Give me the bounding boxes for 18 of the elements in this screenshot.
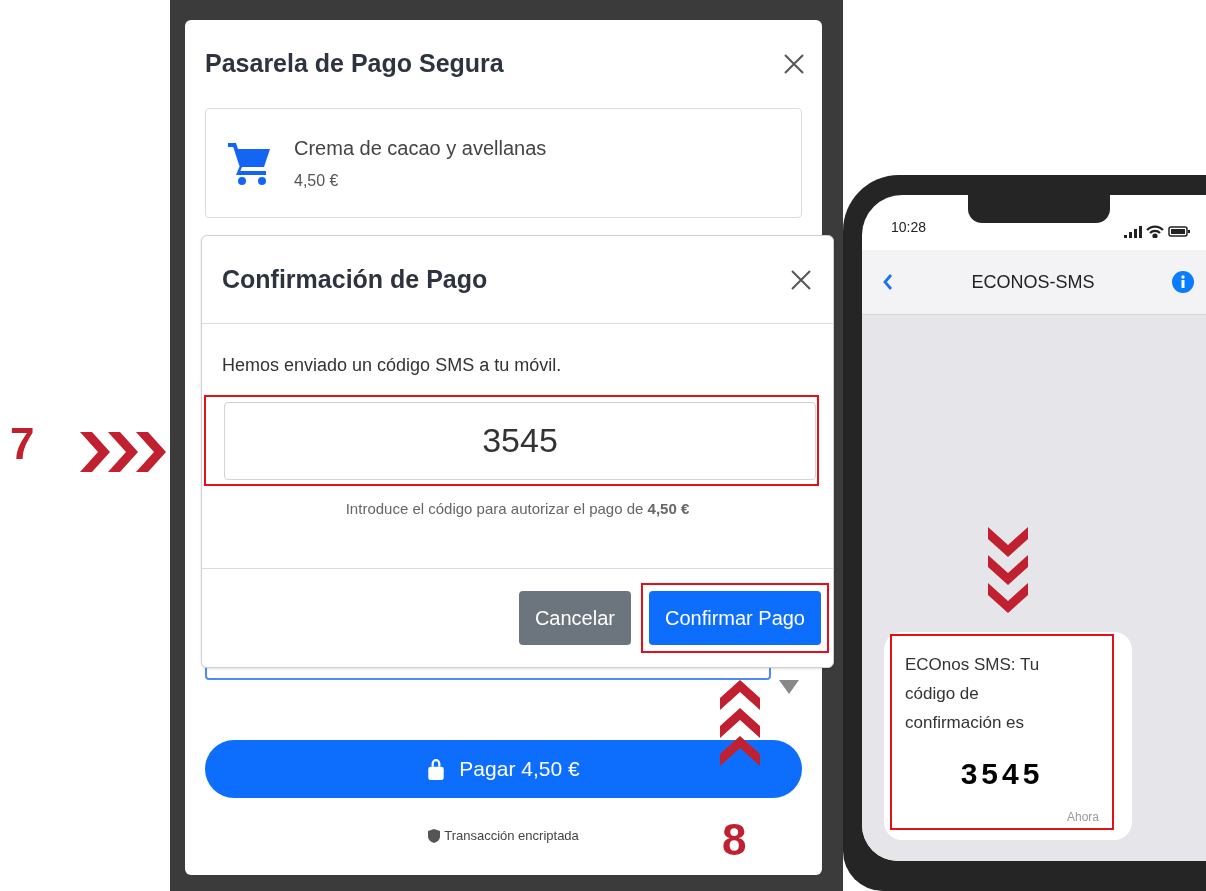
sms-code: 3545 <box>959 756 1045 792</box>
message-text: ECOnos SMS: Tu código de confirmación es <box>905 654 1041 734</box>
code-input-field[interactable]: 3545 <box>224 401 816 480</box>
confirm-button[interactable]: Confirmar Pago <box>648 591 821 645</box>
hint-text: Introduce el código para autorizar el pago de 4,50 € <box>344 499 691 519</box>
contact-name: ECONOS-SMS <box>971 270 1095 294</box>
product-name: Crema de cacao y avellanas <box>294 136 547 161</box>
step-number: 8 <box>722 818 747 862</box>
product-price: 4,50 € <box>294 171 340 191</box>
sms-notice: Hemos enviado un código SMS a tu móvil. <box>222 354 563 377</box>
modal-title: Pasarela de Pago Segura <box>205 48 504 80</box>
pay-button[interactable]: Pagar 4,50 € <box>205 740 802 798</box>
cancel-button[interactable]: Cancelar <box>518 591 631 645</box>
message-time: Ahora <box>1066 809 1099 826</box>
modal-title: Confirmación de Pago <box>222 263 488 295</box>
security-note: Transacción encriptada <box>444 827 579 845</box>
step-number: 7 <box>10 422 35 466</box>
status-time: 10:28 <box>891 218 927 237</box>
